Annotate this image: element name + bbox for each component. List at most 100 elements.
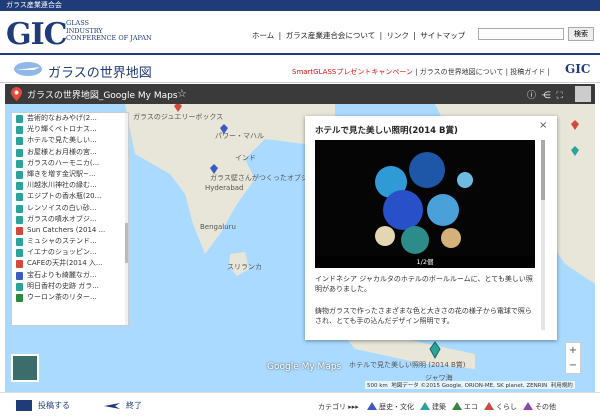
category-triangle-icon [367,402,378,410]
gic-logo[interactable]: GIC [6,17,68,52]
place-marker-icon [16,271,23,280]
site-header: GIC GLASS INDUSTRY CONFERENCE OF JAPAN ホ… [0,11,600,53]
page-subheader: ガラスの世界地図 SmartGLASSプレゼントキャンペーン | ガラスの世界地… [0,55,600,83]
mail-icon [16,400,32,411]
map-label-india: インド [235,154,256,162]
place-list-item[interactable]: 川越氷川神社の縁む... [12,180,128,191]
post-guide-link[interactable]: 投稿ガイド [510,68,545,76]
place-list-label: 川越氷川神社の縁む... [27,181,97,190]
place-list-label: ホテルで見た美しい... [27,136,97,145]
place-list-item[interactable]: Sun Catchers (2014 ... [12,225,128,236]
place-marker-icon [16,137,23,146]
place-list-item[interactable]: レンソイスの白い砂... [12,203,128,214]
satellite-toggle[interactable] [11,354,39,382]
place-marker-icon [16,126,23,135]
post-label: 投稿する [38,401,70,410]
end-button[interactable]: 終了 [104,400,142,411]
lighting-photo [315,140,535,268]
post-button[interactable]: 投稿する [16,400,70,411]
place-marker-icon [16,215,23,224]
place-list-item[interactable]: ミュシャのステンド... [12,236,128,247]
category-label[interactable]: くらし [496,403,517,411]
place-marker-icon [16,182,23,191]
category-triangle-icon [452,402,463,410]
map-thumbnail[interactable] [575,86,591,102]
airplane-icon [104,402,120,409]
place-marker-icon [16,226,23,235]
place-list-item[interactable]: エジプトの香水瓶(20... [12,191,128,202]
place-list-item[interactable]: 光り輝くペトロナス... [12,124,128,135]
place-list-label: 光り輝くペトロナス... [27,125,97,134]
place-marker-icon [16,159,23,168]
popup-photo[interactable]: 1/2個 [315,140,535,268]
about-map-link[interactable]: ガラスの世界地図について [420,68,504,76]
place-list-item[interactable]: 明日香村の史跡 ガラ... [12,281,128,292]
place-popup: ホテルで見た美しい照明(2014 B賞) × 1/2個 インドネシア ジャカルタ… [305,116,557,340]
place-list-item[interactable]: イエナのショッピン... [12,247,128,258]
place-list-label: 輝きを増す金沢駅~... [27,169,96,178]
place-list-item[interactable]: お屋様とお月様の宮... [12,147,128,158]
zoom-out-button[interactable]: − [566,358,580,373]
map-toolbar-icons: ⓘ ⋲ ⛶ [527,88,563,101]
category-label[interactable]: その他 [535,403,556,411]
category-triangle-icon [420,402,431,410]
popup-description: インドネシア ジャカルタのホテルのボールルームに、とても美しい照明がありました。 [315,275,533,293]
popup-scrollbar[interactable] [541,140,545,330]
category-label[interactable]: エコ [464,403,478,411]
category-label[interactable]: 歴史・文化 [379,403,414,411]
place-list-label: エジプトの香水瓶(20... [27,192,102,201]
star-icon[interactable]: ☆ [177,87,187,100]
place-list-label: ウーロン茶のリター... [27,293,97,301]
place-list-item[interactable]: 輝きを増す金沢駅~... [12,169,128,180]
place-marker-icon [16,115,23,123]
fullscreen-icon[interactable]: ⛶ [556,91,562,101]
place-list-label: CAFEの天井(2014 入... [27,259,103,268]
search-button[interactable]: 検索 [568,27,594,41]
place-list-label: 芸術的なおみやげ(2... [27,114,97,122]
nav-links[interactable]: リンク [387,31,410,40]
map-label-lighting: ホテルで見た美しい照明 (2014 B賞) [349,360,466,369]
category-label[interactable]: 建築 [432,403,446,411]
place-list-item[interactable]: 宝石よりも綺麗なガ... [12,270,128,281]
place-list-item[interactable]: ガラスのハーモニカ(... [12,158,128,169]
category-triangle-icon [484,402,495,410]
terms-link[interactable]: 利用規約 [551,383,573,389]
zoom-in-button[interactable]: + [566,343,580,358]
nav-home[interactable]: ホーム [252,31,274,40]
info-icon[interactable]: ⓘ [527,91,536,101]
place-list-label: イエナのショッピン... [27,248,97,257]
place-marker-icon [16,204,23,213]
category-items: 歴史・文化 建築 エコ くらし その他 [361,402,556,411]
place-marker-icon [16,294,23,302]
map-container[interactable]: インド Hyderabad Bengaluru スリランカ ジャワ海 ガラスのジ… [5,84,595,392]
nav-separator: | [411,31,419,40]
place-list-item[interactable]: ホテルで見た美しい... [12,135,128,146]
nav-about[interactable]: ガラス産業連合会について [286,31,376,40]
popup-description-2: 鋳物ガラスで作ったさまざまな色と大きさの花の様子から電球で照らされ、とても手の込… [315,307,532,325]
place-marker-icon [16,249,23,258]
place-list-scrollbar[interactable] [125,113,128,325]
place-list-label: お屋様とお月様の宮... [27,147,97,156]
campaign-link[interactable]: SmartGLASSプレゼントキャンペーン [292,68,413,76]
gic-small-logo[interactable]: GIC [565,62,590,76]
map-label-hyderabad: Hyderabad [205,184,244,192]
place-list-label: ミュシャのステンド... [27,237,97,246]
place-marker-icon [16,193,23,202]
category-triangle-icon [523,402,534,410]
scale-label: 500 km [367,383,388,389]
nav-sitemap[interactable]: サイトマップ [420,31,465,40]
close-icon[interactable]: × [539,120,547,131]
map-titlebar: ガラスの世界地図_Google My Maps ☆ ⓘ ⋲ ⛶ [5,84,595,104]
place-list-item[interactable]: ウーロン茶のリター... [12,292,128,303]
search-input[interactable] [478,28,564,40]
popup-title: ホテルで見た美しい照明(2014 B賞) [315,126,458,136]
place-marker-icon [16,260,23,269]
place-list-item[interactable]: 芸術的なおみやげ(2... [12,113,128,124]
photo-counter: 1/2個 [315,256,535,268]
map-title: ガラスの世界地図_Google My Maps [27,91,178,101]
main-nav: ホーム | ガラス産業連合会について | リンク | サイトマップ [252,30,467,41]
map-label-bengaluru: Bengaluru [200,223,236,231]
share-icon[interactable]: ⋲ [542,91,551,101]
place-list-item[interactable]: ガラスの噴水オブジ... [12,214,128,225]
place-list-item[interactable]: CAFEの天井(2014 入... [12,258,128,269]
